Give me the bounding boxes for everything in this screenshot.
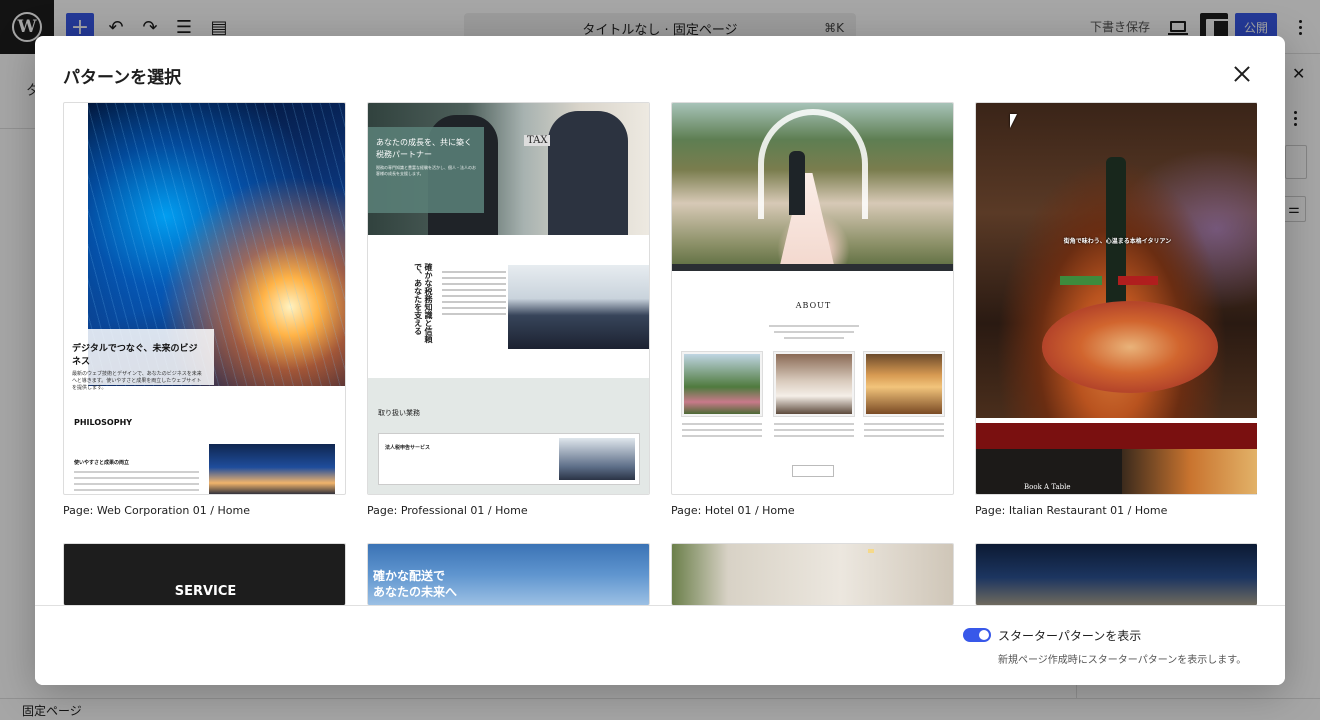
text-placeholder: [74, 471, 199, 494]
pattern-card[interactable]: [975, 543, 1257, 605]
pattern-card-hotel[interactable]: ABOUT Page: Hotel 01 / Home: [671, 102, 954, 517]
person-shape: [548, 111, 628, 235]
hero-text: 税務の専門知識と豊富な経験を活かし、個人・法人のお客様の成長を支援します。: [376, 165, 476, 176]
room-image: [774, 352, 854, 416]
about-heading: ABOUT: [795, 301, 832, 310]
pattern-preview[interactable]: SERVICE: [63, 543, 346, 605]
pattern-preview[interactable]: デジタルでつなぐ、未来のビジネス 最新のウェブ技術とデザインで、あなたのビジネス…: [63, 102, 346, 495]
text-placeholder: [442, 271, 506, 319]
service-title: 法人税申告サービス: [385, 445, 431, 451]
service-image: [559, 438, 635, 480]
pizza-shape: [1042, 301, 1218, 393]
food-image: [1122, 449, 1257, 494]
pattern-preview[interactable]: 確かな配送で あなたの未来へ: [367, 543, 650, 605]
text-placeholder: [864, 423, 944, 441]
modal-title: パターンを選択: [63, 68, 182, 88]
modal-footer: スターターパターンを表示 新規ページ作成時にスターターパターンを表示します。: [35, 605, 1285, 685]
mouse-cursor-icon: [1010, 114, 1017, 128]
section-subheading: 使いやすさと成果の両立: [74, 460, 130, 466]
nav-band: [672, 264, 953, 271]
groom-shape: [789, 151, 805, 215]
pattern-preview[interactable]: TAX あなたの成長を、共に築く税務パートナー 税務の専門知識と豊富な経験を活か…: [367, 102, 650, 495]
meeting-image: [508, 265, 649, 349]
hero-title: あなたの成長を、共に築く税務パートナー: [376, 138, 472, 159]
pattern-card[interactable]: 確かな配送で あなたの未来へ: [367, 543, 650, 605]
text-placeholder: [774, 423, 854, 441]
book-table-heading: Book A Table: [1024, 483, 1071, 491]
pattern-preview[interactable]: [975, 543, 1257, 605]
pattern-label: Page: Italian Restaurant 01 / Home: [975, 504, 1168, 517]
pattern-label: Page: Web Corporation 01 / Home: [63, 504, 250, 517]
hero-title: 街角で味わう、心温まる本格イタリアン: [1063, 238, 1172, 245]
service-heading: SERVICE: [174, 584, 237, 599]
hero-title: デジタルでつなぐ、未来のビジネス: [72, 344, 198, 367]
pattern-card-web-corporation[interactable]: デジタルでつなぐ、未来のビジネス 最新のウェブ技術とデザインで、あなたのビジネス…: [63, 102, 346, 517]
pattern-preview[interactable]: 街角で味わう、心温まる本格イタリアン Book A Table: [975, 102, 1257, 495]
delivery-heading: 確かな配送で あなたの未来へ: [373, 568, 457, 600]
pattern-card[interactable]: [671, 543, 954, 605]
starter-pattern-toggle[interactable]: [963, 628, 991, 642]
more-button: [792, 465, 834, 477]
booking-section: Book A Table: [976, 423, 1257, 494]
vertical-heading: 確かな税務知識と信頼で、あなたを支える: [413, 263, 434, 343]
tax-sign: TAX: [524, 135, 551, 146]
section-heading: PHILOSOPHY: [74, 418, 133, 427]
close-icon[interactable]: [1230, 62, 1254, 86]
text-placeholder: [764, 325, 864, 343]
lamp-shape: [868, 549, 874, 553]
pattern-preview[interactable]: [671, 543, 954, 605]
text-placeholder: [682, 423, 762, 441]
garden-image: [682, 352, 762, 416]
pattern-grid: デジタルでつなぐ、未来のビジネス 最新のウェブ技術とデザインで、あなたのビジネス…: [63, 102, 1257, 605]
hero-text: 最新のウェブ技術とデザインで、あなたのビジネスを未来へと導きます。使いやすさと成…: [72, 371, 202, 391]
service-card: 法人税申告サービス: [378, 433, 640, 485]
menu-button: [1060, 276, 1102, 285]
red-band: [976, 423, 1257, 449]
toggle-label[interactable]: スターターパターンを表示: [998, 627, 1141, 644]
pattern-preview[interactable]: ABOUT: [671, 102, 954, 495]
pattern-card-professional[interactable]: TAX あなたの成長を、共に築く税務パートナー 税務の専門知識と豊富な経験を活か…: [367, 102, 650, 517]
pattern-label: Page: Professional 01 / Home: [367, 504, 528, 517]
pattern-modal: パターンを選択 デジタルでつなぐ、未来のビジネス 最新のウェブ技術とデザインで、…: [35, 36, 1285, 685]
city-image: [209, 444, 335, 494]
services-section: 取り扱い業務 法人税申告サービス: [368, 378, 649, 494]
hero-caption: デジタルでつなぐ、未来のビジネス 最新のウェブ技術とデザインで、あなたのビジネス…: [64, 329, 214, 391]
pattern-card-italian-restaurant[interactable]: 街角で味わう、心温まる本格イタリアン Book A Table Page: It…: [975, 102, 1257, 517]
delivery-text: 確かな配送で あなたの未来へ: [373, 569, 458, 600]
services-heading: 取り扱い業務: [378, 409, 420, 417]
pattern-label: Page: Hotel 01 / Home: [671, 504, 795, 517]
pattern-card[interactable]: SERVICE: [63, 543, 346, 605]
banquet-image: [864, 352, 944, 416]
hero-caption: あなたの成長を、共に築く税務パートナー 税務の専門知識と豊富な経験を活かし、個人…: [368, 127, 484, 213]
reserve-button: [1118, 276, 1158, 285]
toggle-help-text: 新規ページ作成時にスターターパターンを表示します。: [998, 655, 1247, 666]
